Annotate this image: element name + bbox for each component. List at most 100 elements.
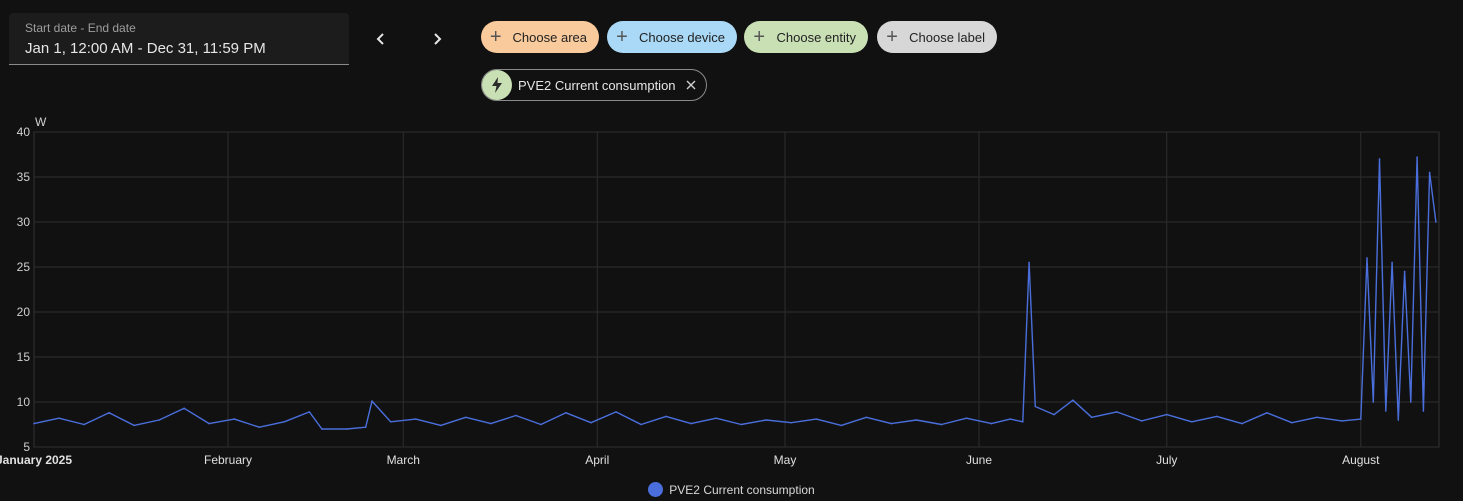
power-chart: 5 10 15 20 25 30 35 40 W January 2025 February Marc…: [0, 115, 1440, 467]
date-range-value: Jan 1, 12:00 AM - Dec 31, 11:59 PM: [25, 40, 266, 57]
date-range-picker[interactable]: Start date - End date Jan 1, 12:00 AM - …: [9, 13, 349, 65]
series-point: [1266, 412, 1268, 414]
series-point: [790, 421, 793, 424]
series-point: [1316, 416, 1318, 419]
y-tick-label: 20: [17, 305, 31, 319]
series-point: [1397, 419, 1400, 421]
lightning-bolt-icon: [482, 70, 512, 100]
selected-entity-name: PVE2 Current consumption: [518, 77, 676, 93]
series-point: [439, 424, 442, 427]
x-tick-label: May: [774, 453, 797, 467]
x-tick-label: June: [966, 453, 992, 467]
series-point: [389, 421, 392, 423]
date-range-label: Start date - End date: [25, 21, 136, 35]
series-point: [815, 418, 818, 420]
series-point: [1372, 401, 1375, 403]
close-icon[interactable]: [682, 76, 700, 94]
selected-entity-chip[interactable]: PVE2 Current consumption: [481, 69, 707, 101]
next-period-button[interactable]: [421, 23, 453, 55]
series-point: [1028, 261, 1030, 264]
series-point: [690, 422, 692, 425]
series-point: [283, 421, 286, 423]
series-point: [1165, 413, 1168, 416]
choose-area-button[interactable]: + Choose area: [481, 21, 599, 53]
x-tick-label: August: [1342, 453, 1380, 467]
series-point: [1009, 418, 1012, 420]
y-tick-label: 35: [17, 170, 31, 184]
series-point: [615, 411, 617, 413]
y-tick-label: 5: [23, 440, 30, 454]
series-point: [108, 412, 110, 414]
chevron-right-icon: [434, 33, 442, 45]
series-point: [890, 422, 893, 425]
y-tick-label: 10: [17, 395, 31, 409]
series-point: [1428, 171, 1431, 174]
series-point: [540, 423, 542, 426]
series-point: [1115, 411, 1118, 413]
y-tick-label: 40: [17, 125, 31, 139]
series-point: [308, 411, 311, 413]
series-point: [1241, 422, 1243, 425]
y-tick-label: 15: [17, 350, 31, 364]
choose-label-button[interactable]: + Choose label: [877, 21, 997, 53]
series-point: [465, 416, 467, 419]
series-point: [1216, 415, 1218, 418]
choose-area-label: Choose area: [512, 29, 587, 45]
series-point: [1403, 270, 1406, 273]
series-point: [590, 421, 592, 424]
choose-entity-button[interactable]: + Choose entity: [744, 21, 868, 53]
series-point: [83, 423, 85, 426]
plus-icon: +: [489, 26, 502, 48]
plus-icon: +: [886, 26, 898, 48]
series-point: [715, 417, 717, 420]
x-tick-label: March: [387, 453, 420, 467]
series-point: [1034, 405, 1037, 408]
choose-label-label: Choose label: [909, 29, 985, 45]
series-point: [414, 418, 417, 420]
series-point: [965, 417, 968, 420]
series-point: [765, 419, 768, 421]
series-point: [1072, 399, 1074, 402]
series-point: [515, 414, 517, 417]
series-point: [233, 418, 236, 420]
series-point: [1359, 418, 1362, 420]
plus-icon: +: [616, 26, 628, 48]
series-point: [1053, 413, 1055, 416]
series-point: [1435, 221, 1437, 223]
y-tick-label: 25: [17, 260, 31, 274]
choose-entity-label: Choose entity: [776, 29, 857, 45]
legend-series-name: PVE2 Current consumption: [669, 482, 815, 497]
series-point: [321, 428, 323, 430]
series-point: [1022, 421, 1024, 423]
series-point: [1416, 156, 1418, 158]
series-point: [940, 423, 943, 426]
series-point: [990, 422, 993, 425]
x-tick-label: February: [204, 453, 252, 467]
series-point: [58, 417, 60, 420]
series-point: [1378, 158, 1381, 160]
choose-device-label: Choose device: [639, 29, 725, 45]
series-point: [640, 423, 642, 426]
y-tick-label: 30: [17, 215, 31, 229]
series-point: [1090, 416, 1093, 419]
previous-period-button[interactable]: [365, 23, 397, 55]
series-point: [1341, 420, 1343, 422]
series-point: [346, 428, 348, 430]
series-point: [565, 412, 567, 414]
series-point: [1140, 420, 1143, 422]
chart-legend[interactable]: PVE2 Current consumption: [0, 482, 1463, 497]
series-point: [840, 424, 843, 427]
series-point: [364, 426, 367, 429]
series-point: [183, 407, 186, 410]
choose-device-button[interactable]: + Choose device: [607, 21, 737, 53]
series-point: [1410, 401, 1412, 403]
chevron-left-icon: [376, 33, 384, 45]
series-point: [208, 422, 211, 425]
series-point: [133, 424, 135, 427]
x-tick-label: July: [1156, 453, 1177, 467]
series-point: [665, 415, 667, 418]
series-point: [371, 400, 373, 402]
series-point: [915, 419, 918, 421]
series-point: [490, 422, 492, 425]
series-point: [1391, 261, 1393, 264]
